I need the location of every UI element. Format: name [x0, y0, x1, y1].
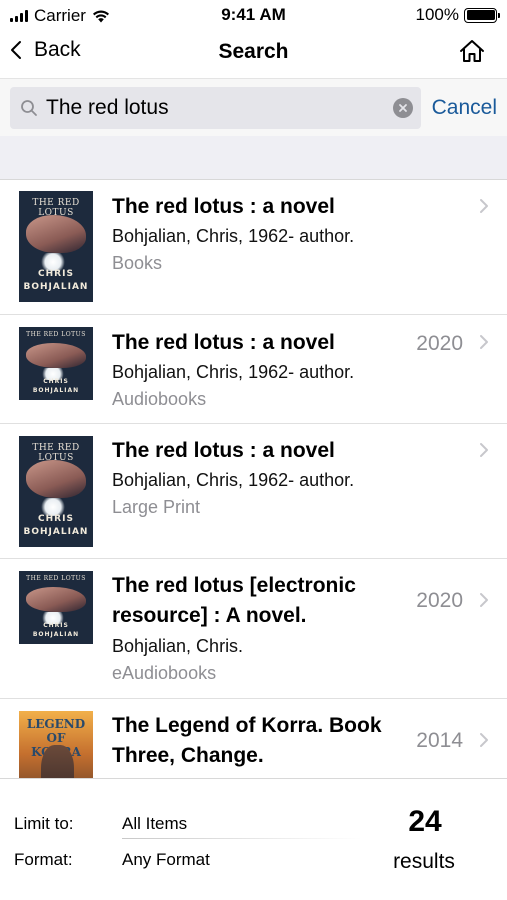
- book-cover: THE RED LOTUS CHRIS BOHJALIAN: [19, 436, 93, 547]
- book-cover: THE RED LOTUS CHRIS BOHJALIAN: [19, 191, 93, 302]
- battery-percent: 100%: [415, 5, 459, 24]
- item-format: Large Print: [112, 497, 201, 517]
- home-icon: [460, 40, 484, 62]
- filter-divider: [122, 838, 362, 839]
- item-title-line2: resource] : A novel.: [112, 604, 307, 627]
- item-format: Audiobooks: [112, 389, 207, 409]
- search-input[interactable]: The red lotus: [46, 96, 421, 120]
- item-title-line1: The red lotus [electronic: [112, 574, 356, 597]
- item-title: The red lotus : a novel: [112, 439, 335, 462]
- chevron-right-icon: [480, 443, 488, 457]
- results-count-label: results: [393, 850, 455, 873]
- item-year: 2014: [416, 729, 463, 752]
- list-item[interactable]: THE RED LOTUS CHRIS BOHJALIAN The red lo…: [0, 315, 507, 424]
- cancel-button[interactable]: Cancel: [432, 96, 497, 120]
- nav-bar: Back Search: [0, 30, 507, 78]
- list-item[interactable]: THE RED LOTUS CHRIS BOHJALIAN The red lo…: [0, 424, 507, 559]
- section-spacer: [0, 136, 507, 180]
- clear-icon[interactable]: [393, 98, 413, 118]
- item-format: eAudiobooks: [112, 663, 217, 683]
- item-title: The red lotus : a novel: [112, 195, 335, 218]
- chevron-right-icon: [480, 593, 488, 607]
- search-field[interactable]: The red lotus: [10, 87, 421, 129]
- home-button[interactable]: [459, 39, 485, 68]
- list-item[interactable]: LEGEND OF KORRA The Legend of Korra. Boo…: [0, 699, 507, 778]
- battery-icon: [464, 7, 500, 23]
- item-year: 2020: [416, 589, 463, 612]
- item-title: The red lotus : a novel: [112, 331, 335, 354]
- status-bar: Carrier 9:41 AM 100%: [0, 0, 507, 30]
- search-bar: The red lotus Cancel: [0, 78, 507, 136]
- chevron-right-icon: [480, 733, 488, 747]
- item-year: 2020: [416, 332, 463, 355]
- item-author: Bohjalian, Chris.: [112, 636, 244, 656]
- list-item[interactable]: THE RED LOTUS CHRIS BOHJALIAN The red lo…: [0, 559, 507, 699]
- item-author: Bohjalian, Chris, 1962- author.: [112, 470, 355, 490]
- item-title-line1: The Legend of Korra. Book: [112, 714, 382, 737]
- book-cover: THE RED LOTUS CHRIS BOHJALIAN: [19, 327, 93, 400]
- search-icon: [20, 99, 38, 117]
- item-author: Bohjalian, Chris, 1962- author.: [112, 362, 355, 382]
- item-format: Books: [112, 253, 163, 273]
- results-list: THE RED LOTUS CHRIS BOHJALIAN The red lo…: [0, 180, 507, 778]
- item-author: Bohjalian, Chris, 1962- author.: [112, 226, 355, 246]
- limit-selector[interactable]: All Items: [122, 814, 187, 834]
- book-cover: LEGEND OF KORRA: [19, 711, 93, 778]
- results-footer: Limit to: All Items Format: Any Format 2…: [0, 778, 507, 900]
- limit-label: Limit to:: [14, 814, 74, 833]
- list-item[interactable]: THE RED LOTUS CHRIS BOHJALIAN The red lo…: [0, 180, 507, 315]
- chevron-right-icon: [480, 199, 488, 213]
- book-cover: THE RED LOTUS CHRIS BOHJALIAN: [19, 571, 93, 644]
- chevron-right-icon: [480, 335, 488, 349]
- status-right: 100%: [415, 5, 500, 25]
- format-label: Format:: [14, 850, 73, 869]
- item-title-line2: Three, Change.: [112, 744, 264, 767]
- page-title: Search: [218, 40, 289, 63]
- format-selector[interactable]: Any Format: [122, 850, 210, 870]
- results-count: 24: [408, 805, 442, 838]
